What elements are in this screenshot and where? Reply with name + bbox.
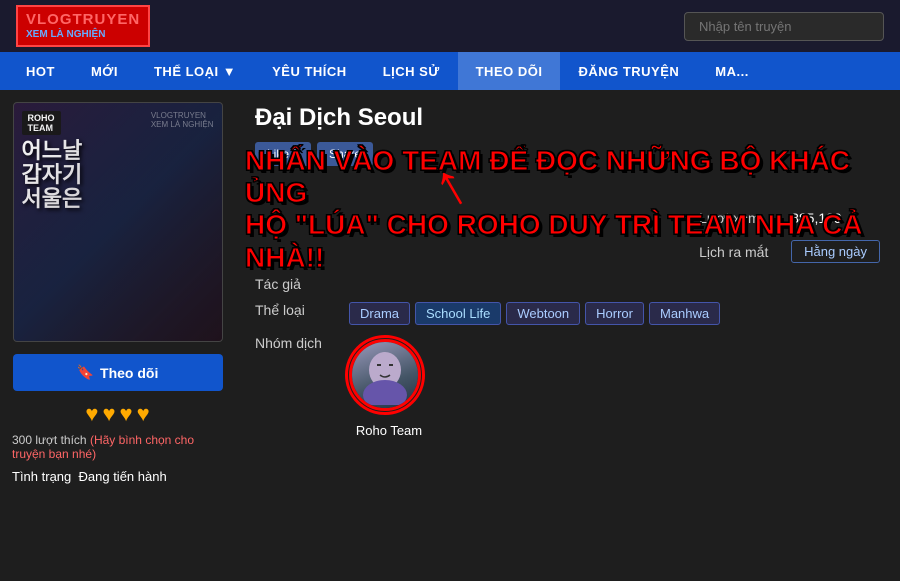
nav-lich-su[interactable]: LỊCH SỬ [365, 52, 458, 90]
nhom-dich-row: Nhóm dịch [255, 335, 880, 438]
nhom-dich-label: Nhóm dịch [255, 335, 335, 351]
logo-sub-text: XEM LÀ NGHIỆN [26, 29, 140, 41]
watermark: VLOGTRUYENXEM LÀ NGHIỆN [151, 111, 214, 129]
team-avatar-wrap [349, 339, 429, 419]
left-panel: ROHOTEAM 어느날갑자기서울은 VLOGTRUYENXEM LÀ NGHI… [0, 90, 235, 581]
tag-webtoon[interactable]: Webtoon [506, 302, 580, 325]
promo-line-1: NHẤN VÀO TEAM ĐỂ ĐỌC NHỮNG BỘ KHÁC ỦNG [245, 145, 890, 209]
team-name: Roho Team [356, 423, 422, 438]
right-panel: Đại Dịch Seoul Like 0 Share NHẤN VÀO TEA… [235, 90, 900, 581]
manga-cover: ROHOTEAM 어느날갑자기서울은 VLOGTRUYENXEM LÀ NGHI… [13, 102, 223, 342]
nav-more[interactable]: MA... [697, 52, 767, 90]
manga-title: Đại Dịch Seoul [255, 104, 880, 132]
promo-overlay-text: NHẤN VÀO TEAM ĐỂ ĐỌC NHỮNG BỘ KHÁC ỦNG H… [245, 145, 890, 274]
star-2[interactable]: ♥ [102, 401, 115, 427]
tag-horror[interactable]: Horror [585, 302, 644, 325]
nav-dang-truyen[interactable]: ĐĂNG TRUYỆN [560, 52, 697, 90]
info-section: Tác giả Thể loại Drama School Life Webto… [255, 276, 880, 438]
tag-manhwa[interactable]: Manhwa [649, 302, 720, 325]
logo-main-text: VLOGTRUYEN [26, 11, 140, 29]
nav-the-loai[interactable]: THỂ LOẠI ▼ [136, 52, 254, 90]
likes-count: 300 lượt thích [12, 433, 87, 447]
search-input[interactable] [684, 12, 884, 41]
star-4[interactable]: ♥ [137, 401, 150, 427]
follow-label: Theo dõi [100, 365, 158, 381]
likes-text: 300 lượt thích (Hãy bình chọn cho truyện… [12, 433, 223, 461]
logo-area: VLOGTRUYEN XEM LÀ NGHIỆN [16, 5, 150, 47]
team-area: Roho Team [349, 339, 429, 438]
header: VLOGTRUYEN XEM LÀ NGHIỆN [0, 0, 900, 52]
tac-gia-label: Tác giả [255, 276, 335, 292]
main-content: ROHOTEAM 어느날갑자기서울은 VLOGTRUYENXEM LÀ NGHI… [0, 90, 900, 581]
status-value: Đang tiến hành [79, 469, 167, 484]
nav-theo-doi[interactable]: THEO DÕI [458, 52, 561, 90]
tag-drama[interactable]: Drama [349, 302, 410, 325]
tac-gia-row: Tác giả [255, 276, 880, 292]
status-label: Tình trạng [12, 469, 71, 484]
status-row: Tình trạng Đang tiến hành [12, 469, 222, 484]
the-loai-row: Thể loại Drama School Life Webtoon Horro… [255, 302, 880, 325]
star-rating: ♥ ♥ ♥ ♥ [85, 401, 149, 427]
nav-bar: HOT MỚI THỂ LOẠI ▼ YÊU THÍCH LỊCH SỬ THE… [0, 52, 900, 90]
nav-yeu-thich[interactable]: YÊU THÍCH [254, 52, 365, 90]
promo-line-2: HỘ "LÚA" CHO ROHO DUY TRÌ TEAM NHA CẢ NH… [245, 209, 890, 273]
team-avatar[interactable] [349, 339, 421, 411]
nav-hot[interactable]: HOT [8, 52, 73, 90]
follow-button[interactable]: 🔖 Theo dõi [13, 354, 223, 391]
the-loai-label: Thể loại [255, 302, 335, 318]
nav-moi[interactable]: MỚI [73, 52, 136, 90]
site-logo[interactable]: VLOGTRUYEN XEM LÀ NGHIỆN [16, 5, 150, 47]
avatar-svg [355, 345, 415, 405]
genre-tags: Drama School Life Webtoon Horror Manhwa [349, 302, 720, 325]
star-3[interactable]: ♥ [120, 401, 133, 427]
team-avatar-inner [352, 342, 418, 408]
star-1[interactable]: ♥ [85, 401, 98, 427]
bookmark-icon: 🔖 [77, 364, 94, 381]
tag-school[interactable]: School Life [415, 302, 501, 325]
